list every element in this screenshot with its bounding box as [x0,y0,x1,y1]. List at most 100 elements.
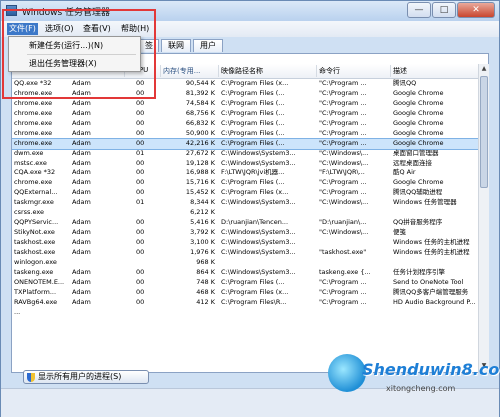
table-cell: Adam [72,118,91,127]
watermark-logo-text: Shenduwin8.com [362,360,500,379]
uac-shield-icon [27,373,35,382]
table-row[interactable]: chrome.exe Adam 00 42,216 K C:\Program Files… [12,137,478,150]
table-row[interactable]: taskmgr.exe Adam 01 8,344 K C:\Windows\Syste… [12,198,478,208]
table-cell: Adam [72,287,91,296]
table-cell: "C:\Program ... [319,88,367,97]
table-row[interactable]: taskeng.exe Adam 00 864 K C:\Windows\System3… [12,268,478,278]
table-cell: C:\Program Files (... [221,128,285,137]
table-row[interactable]: CQA.exe *32 Adam 00 16,988 K F:\LTW\JQR\jvi机… [12,168,478,178]
table-cell: "C:\Program ... [319,98,367,107]
table-cell: taskeng.exe {... [319,267,371,276]
table-cell: C:\Windows\System3... [221,148,296,157]
table-cell: "C:\Program ... [319,287,367,296]
table-cell: C:\Program Files (... [221,118,285,127]
table-row[interactable]: chrome.exe Adam 00 74,584 K C:\Program Files… [12,99,478,109]
table-cell: taskhost.exe [14,247,56,256]
header-divider[interactable] [218,65,219,77]
table-cell: C:\Program Files (... [221,277,285,286]
table-cell: Adam [72,128,91,137]
table-cell: C:\Windows\System3... [221,267,296,276]
table-cell: Windows 任务的主机进程 [393,247,470,256]
table-cell: chrome.exe [14,118,53,127]
header-divider[interactable] [390,65,391,77]
table-row[interactable]: ONENOTEM.E... Adam 00 748 K C:\Program Files… [12,278,478,288]
table-row[interactable]: QQExternal... Adam 00 15,452 K C:\Program Fi… [12,188,478,198]
table-cell: taskhost.exe [14,238,56,246]
table-cell: C:\Program Files (... [221,98,285,107]
table-cell: 00 [136,188,145,197]
vertical-scrollbar[interactable]: ▲ ▼ [478,64,489,373]
table-cell: Adam [72,108,91,117]
col-image-path[interactable]: 映像路径名称 [221,66,313,76]
table-cell: 00 [136,287,145,296]
table-cell: C:\Program Files (x... [221,188,289,197]
table-cell: 00 [136,168,145,177]
table-cell: Adam [72,267,91,276]
table-cell: "C:\Program ... [319,79,367,87]
table-row[interactable]: StikyNot.exe Adam 00 3,792 K C:\Windows\Syst… [12,228,478,238]
close-button[interactable]: ✕ [457,2,495,18]
table-row[interactable]: dwm.exe Adam 01 27,672 K C:\Windows\System3.… [12,149,478,159]
table-cell: chrome.exe [14,98,53,107]
table-cell: C:\Program Files (... [221,108,285,117]
table-cell: 90,544 K [185,79,215,87]
header-divider[interactable] [160,65,161,77]
col-memory[interactable]: 内存(专用... [163,66,215,76]
table-row[interactable]: chrome.exe Adam 00 50,900 K C:\Program Files… [12,129,478,139]
table-cell: CQA.exe *32 [14,168,56,177]
table-cell: 腾讯QQ [393,79,417,87]
scrollbar-thumb[interactable] [480,76,488,188]
scroll-up-arrow-icon[interactable]: ▲ [480,65,488,75]
table-cell: 748 K [196,277,215,286]
table-row[interactable]: taskhost.exe Adam 00 3,100 K C:\Windows\Syst… [12,238,478,248]
table-row[interactable]: csrss.exe 6,212 K [12,208,478,218]
table-cell: Adam [72,158,91,167]
header-divider[interactable] [316,65,317,77]
table-cell: QQ拼音服务程序 [393,218,443,227]
table-cell: Adam [72,238,91,246]
window-controls: — □ ✕ [406,2,495,18]
table-cell: 00 [136,178,145,187]
table-cell: 00 [136,98,145,107]
table-row[interactable]: winlogon.exe 968 K [12,258,478,268]
table-cell: 酷Q Air [393,168,416,177]
table-row[interactable]: chrome.exe Adam 00 66,832 K C:\Program Files… [12,119,478,129]
table-row[interactable]: taskhost.exe Adam 00 1,976 K C:\Windows\Syst… [12,248,478,258]
table-cell: 6,212 K [190,208,215,217]
table-cell: "C:\Program ... [319,178,367,187]
table-cell: "C:\Program ... [319,118,367,127]
table-cell: HD Audio Background P... [393,297,476,306]
maximize-button[interactable]: □ [432,2,456,18]
table-cell: "taskhost.exe" [319,247,367,256]
table-cell: 腾讯QQ辅助进程 [393,188,443,197]
table-cell: Google Chrome [393,108,444,117]
table-cell: "C:\Program ... [319,108,367,117]
table-row[interactable]: TXPlatform... Adam 00 468 K C:\Program Files… [12,288,478,298]
col-description[interactable]: 描述 [393,66,477,76]
table-cell: 00 [136,138,145,147]
table-row[interactable]: RAVBg64.exe Adam 00 412 K C:\Program Files\R… [12,298,478,308]
table-row[interactable]: ... [12,308,478,318]
table-cell: "C:\Windows\... [319,158,369,167]
show-all-processes-button[interactable]: 显示所有用户的进程(S) [23,370,149,384]
tab-networking[interactable]: 联网 [161,39,191,52]
table-cell: 19,128 K [185,158,215,167]
minimize-button[interactable]: — [407,2,431,18]
table-cell: Adam [72,188,91,197]
col-command-line[interactable]: 命令行 [319,66,387,76]
table-cell: C:\Program Files (x... [221,79,289,87]
table-cell: C:\Program Files (... [221,138,285,147]
table-cell: Windows 任务管理器 [393,198,457,207]
tab-users[interactable]: 用户 [193,39,223,52]
table-row[interactable]: mstsc.exe Adam 00 19,128 K C:\Windows\System… [12,159,478,169]
table-row[interactable]: QQPYServic... Adam 00 5,416 K D:\ruanjian\Te… [12,218,478,228]
table-cell: C:\Windows\System3... [221,198,296,207]
table-cell: 1,976 K [190,247,215,256]
table-cell: 桌面窗口管理器 [393,148,439,157]
table-row[interactable]: chrome.exe Adam 00 68,756 K C:\Program Files… [12,109,478,119]
table-cell: "C:\Program ... [319,128,367,137]
table-row[interactable]: chrome.exe Adam 00 15,716 K C:\Program Files… [12,178,478,188]
table-cell: "F:\LTW\JQR\... [319,168,365,177]
table-cell: "C:\Windows\... [319,198,369,207]
table-cell: 412 K [196,297,215,306]
